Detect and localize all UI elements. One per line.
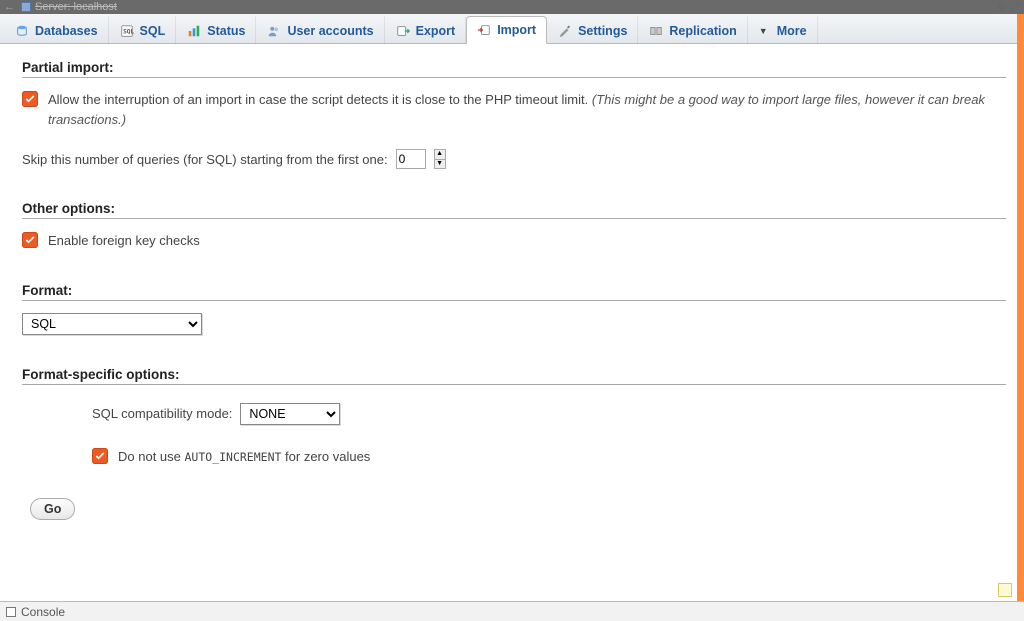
tab-databases[interactable]: Databases (4, 16, 109, 44)
window-controls: ✲ ⤢ (996, 0, 1020, 14)
other-options-title: Other options: (22, 201, 1006, 219)
tab-label: Databases (35, 24, 98, 38)
tab-settings[interactable]: Settings (547, 16, 638, 44)
tab-replication[interactable]: Replication (638, 16, 747, 44)
tab-label: Export (416, 24, 456, 38)
window-expand-icon[interactable]: ⤢ (1010, 0, 1020, 15)
allow-interruption-label: Allow the interruption of an import in c… (48, 90, 1006, 129)
chevron-down-icon: ▼ (759, 26, 768, 36)
allow-interruption-text: Allow the interruption of an import in c… (48, 92, 588, 107)
format-specific-title: Format-specific options: (22, 367, 1006, 385)
tab-label: Settings (578, 24, 627, 38)
partial-import-title: Partial import: (22, 60, 1006, 78)
foreign-key-label: Enable foreign key checks (48, 231, 200, 251)
auto-increment-label: Do not use AUTO_INCREMENT for zero value… (118, 447, 370, 467)
console-label: Console (21, 605, 65, 619)
skip-queries-up[interactable]: ▲ (435, 150, 445, 159)
back-icon[interactable]: ← (4, 1, 21, 13)
tab-sql[interactable]: SQL SQL (109, 16, 177, 44)
tab-label: SQL (140, 24, 166, 38)
import-icon (477, 23, 491, 37)
tab-export[interactable]: Export (385, 16, 467, 44)
tab-import[interactable]: Import (466, 16, 547, 44)
server-icon (21, 2, 31, 12)
tab-label: Status (207, 24, 245, 38)
console-bar[interactable]: Console (0, 601, 1024, 621)
skip-queries-spinner: ▲ ▼ (434, 149, 446, 169)
console-toggle-icon[interactable] (6, 607, 16, 617)
settings-icon (558, 24, 572, 38)
export-icon (396, 24, 410, 38)
right-accent-bar (1017, 14, 1024, 601)
skip-queries-down[interactable]: ▼ (435, 159, 445, 169)
format-select[interactable]: SQL (22, 313, 202, 335)
other-options-section: Other options: Enable foreign key checks (22, 201, 1006, 251)
import-form: Partial import: Allow the interruption o… (0, 44, 1024, 601)
svg-text:SQL: SQL (123, 28, 134, 35)
sql-icon: SQL (120, 24, 134, 38)
compat-label: SQL compatibility mode: (92, 406, 232, 421)
tab-label: User accounts (287, 24, 373, 38)
server-label: Server: localhost (35, 1, 117, 13)
compat-select[interactable]: NONE (240, 403, 340, 425)
tab-user-accounts[interactable]: User accounts (256, 16, 384, 44)
tab-label: Replication (669, 24, 736, 38)
window-titlebar: ← Server: localhost ✲ ⤢ (0, 0, 1024, 14)
go-button[interactable]: Go (30, 498, 75, 520)
auto-increment-code: AUTO_INCREMENT (185, 450, 282, 464)
tab-status[interactable]: Status (176, 16, 256, 44)
allow-interruption-row: Allow the interruption of an import in c… (22, 90, 1006, 129)
sticky-note-icon[interactable] (998, 583, 1012, 597)
auto-increment-prefix: Do not use (118, 449, 185, 464)
auto-increment-row: Do not use AUTO_INCREMENT for zero value… (92, 447, 1006, 467)
users-icon (267, 24, 281, 38)
skip-queries-label: Skip this number of queries (for SQL) st… (22, 152, 388, 167)
main-tabbar: Databases SQL SQL Status User accounts E… (0, 14, 1024, 44)
replication-icon (649, 24, 663, 38)
tab-label: Import (497, 23, 536, 37)
format-section: Format: SQL (22, 283, 1006, 335)
tab-more[interactable]: ▼ More (748, 16, 818, 44)
foreign-key-checkbox[interactable] (22, 232, 38, 248)
foreign-key-row: Enable foreign key checks (22, 231, 1006, 251)
format-specific-section: Format-specific options: SQL compatibili… (22, 367, 1006, 467)
tab-label: More (777, 24, 807, 38)
skip-queries-row: Skip this number of queries (for SQL) st… (22, 149, 1006, 169)
auto-increment-suffix: for zero values (281, 449, 370, 464)
database-icon (15, 24, 29, 38)
status-icon (187, 24, 201, 38)
partial-import-section: Partial import: Allow the interruption o… (22, 60, 1006, 169)
window-settings-icon[interactable]: ✲ (996, 0, 1006, 14)
allow-interruption-checkbox[interactable] (22, 91, 38, 107)
compat-row: SQL compatibility mode: NONE (92, 403, 1006, 425)
auto-increment-checkbox[interactable] (92, 448, 108, 464)
skip-queries-input[interactable] (396, 149, 426, 169)
format-title: Format: (22, 283, 1006, 301)
